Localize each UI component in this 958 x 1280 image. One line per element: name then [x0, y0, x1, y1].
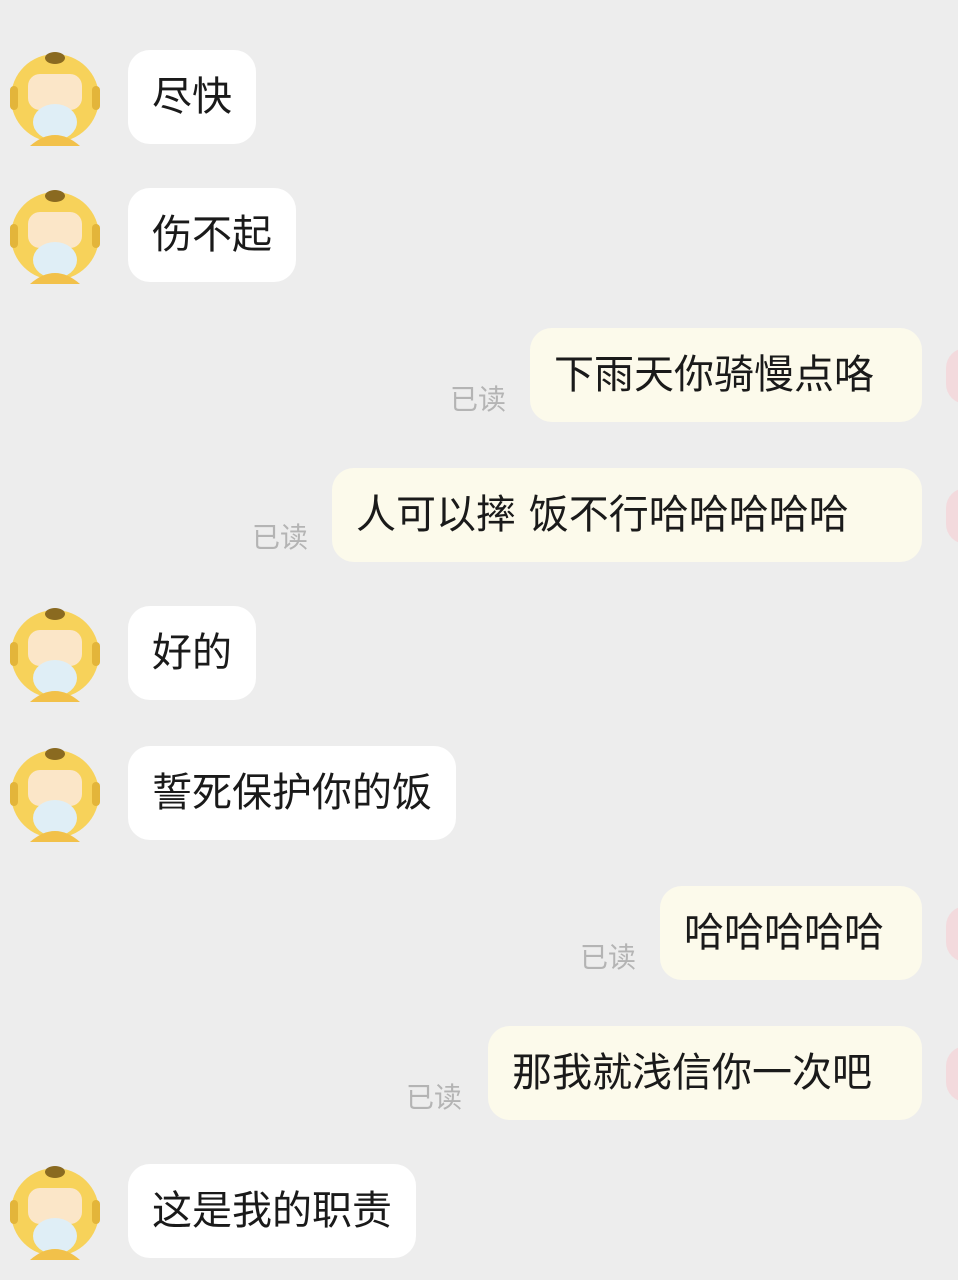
self-avatar[interactable] — [946, 906, 958, 962]
self-avatar[interactable] — [946, 348, 958, 404]
message-bubble-incoming[interactable]: 这是我的职责 — [128, 1164, 416, 1258]
read-receipt: 已读 — [450, 383, 507, 416]
delivery-rider-helmet-icon — [10, 190, 100, 284]
avatar[interactable] — [10, 606, 100, 702]
self-avatar[interactable] — [946, 488, 958, 544]
message-bubble-outgoing[interactable]: 哈哈哈哈哈 — [660, 886, 922, 980]
delivery-rider-helmet-icon — [10, 748, 100, 842]
message-bubble-incoming[interactable]: 誓死保护你的饭 — [128, 746, 456, 840]
message-bubble-incoming[interactable]: 伤不起 — [128, 188, 296, 282]
message-bubble-incoming[interactable]: 好的 — [128, 606, 256, 700]
avatar[interactable] — [10, 50, 100, 146]
read-receipt: 已读 — [580, 941, 637, 974]
delivery-rider-helmet-icon — [10, 608, 100, 702]
chat-conversation: 尽快 伤不起 已读 下雨天你骑慢点咯 已读 人可以摔 饭不行哈哈哈哈哈 好的 誓… — [0, 0, 958, 1280]
read-receipt: 已读 — [406, 1081, 463, 1114]
self-avatar[interactable] — [946, 1046, 958, 1102]
message-bubble-outgoing[interactable]: 人可以摔 饭不行哈哈哈哈哈 — [332, 468, 922, 562]
avatar[interactable] — [10, 1164, 100, 1260]
avatar[interactable] — [10, 188, 100, 284]
avatar[interactable] — [10, 746, 100, 842]
read-receipt: 已读 — [252, 521, 309, 554]
delivery-rider-helmet-icon — [10, 52, 100, 146]
message-bubble-incoming[interactable]: 尽快 — [128, 50, 256, 144]
message-bubble-outgoing[interactable]: 那我就浅信你一次吧 — [488, 1026, 922, 1120]
message-bubble-outgoing[interactable]: 下雨天你骑慢点咯 — [530, 328, 922, 422]
delivery-rider-helmet-icon — [10, 1166, 100, 1260]
